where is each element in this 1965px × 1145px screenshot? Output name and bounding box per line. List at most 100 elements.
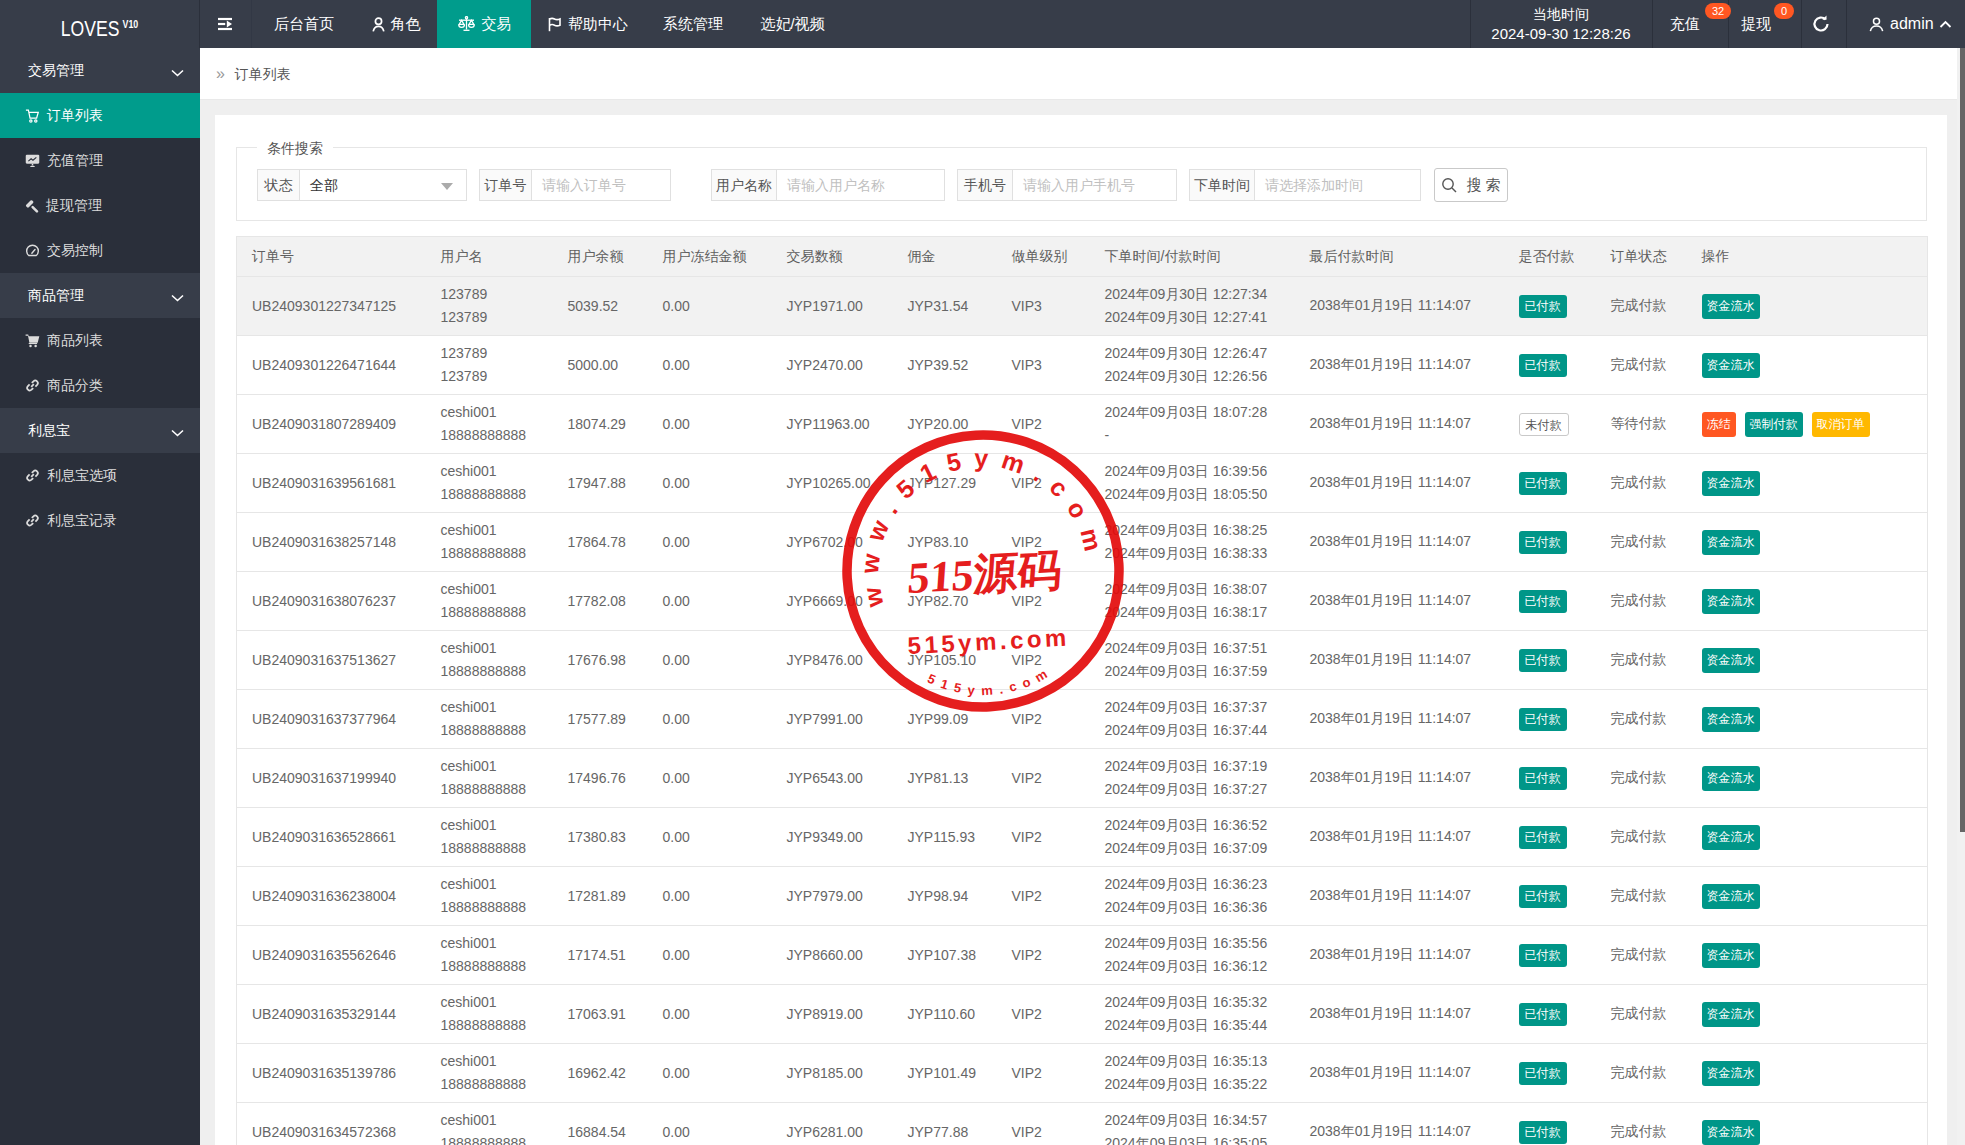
recharge-link[interactable]: 充值 xyxy=(1670,0,1700,48)
cell-amount: JYP6669.00 xyxy=(772,572,893,631)
force-pay-button[interactable]: 强制付款 xyxy=(1745,412,1803,437)
cell-order-no: UB2409031636528661 xyxy=(237,808,426,867)
withdraw-link[interactable]: 提现 xyxy=(1741,0,1771,48)
cell-last-pay-time: 2038年01月19日 11:14:07 xyxy=(1295,808,1504,867)
sidebar-group-6[interactable]: 商品管理 xyxy=(0,273,200,318)
column-header-8: 下单时间/付款时间 xyxy=(1090,237,1295,277)
scrollbar-thumb[interactable] xyxy=(1960,48,1965,832)
sidebar-item-label: 利息宝选项 xyxy=(47,467,117,485)
cell-commission: JYP98.94 xyxy=(893,867,997,926)
cell-last-pay-time: 2038年01月19日 11:14:07 xyxy=(1295,1103,1504,1145)
sidebar-group-9[interactable]: 利息宝 xyxy=(0,408,200,453)
cell-order-status: 完成付款 xyxy=(1596,513,1687,572)
cell-order-no: UB2409031638076237 xyxy=(237,572,426,631)
fund-flow-button[interactable]: 资金流水 xyxy=(1702,589,1760,614)
sidebar-item-3[interactable]: 充值管理 xyxy=(0,138,200,183)
chevron-down-icon xyxy=(171,424,184,440)
sidebar-item-8[interactable]: 商品分类 xyxy=(0,363,200,408)
withdraw-badge[interactable]: 0 xyxy=(1774,3,1794,19)
order-filter: 订单号 请输入订单号 xyxy=(479,169,671,201)
cell-last-pay-time: 2038年01月19日 11:14:07 xyxy=(1295,867,1504,926)
cell-paid: 已付款 xyxy=(1504,277,1596,336)
fund-flow-button[interactable]: 资金流水 xyxy=(1702,1002,1760,1027)
sidebar-item-7[interactable]: 商品列表 xyxy=(0,318,200,363)
content-card: 条件搜索 状态 全部 订单号 请输入订单号 用户名称 请输入用户名称 手机号 请… xyxy=(215,115,1947,1145)
sidebar-item-label: 商品列表 xyxy=(47,332,103,350)
fund-flow-button[interactable]: 资金流水 xyxy=(1702,1061,1760,1086)
fund-flow-button[interactable]: 资金流水 xyxy=(1702,884,1760,909)
cell-order-time: 2024年09月03日 16:39:562024年09月03日 18:05:50 xyxy=(1090,454,1295,513)
fund-flow-button[interactable]: 资金流水 xyxy=(1702,1120,1760,1145)
cell-level: VIP2 xyxy=(997,749,1090,808)
fund-flow-button[interactable]: 资金流水 xyxy=(1702,353,1760,378)
cell-order-status: 完成付款 xyxy=(1596,336,1687,395)
cell-balance: 17380.83 xyxy=(553,808,648,867)
paid-status-badge: 已付款 xyxy=(1519,1003,1567,1026)
order-no-label: 订单号 xyxy=(479,169,531,201)
cell-balance: 17864.78 xyxy=(553,513,648,572)
cell-actions: 资金流水 xyxy=(1687,631,1928,690)
sidebar-item-label: 交易控制 xyxy=(47,242,103,260)
sidebar-group-label: 交易管理 xyxy=(28,62,84,80)
fund-flow-button[interactable]: 资金流水 xyxy=(1702,530,1760,555)
cell-actions: 资金流水 xyxy=(1687,572,1928,631)
cell-level: VIP2 xyxy=(997,808,1090,867)
cell-order-status: 完成付款 xyxy=(1596,926,1687,985)
cell-balance: 17577.89 xyxy=(553,690,648,749)
cell-paid: 已付款 xyxy=(1504,336,1596,395)
sidebar-item-2[interactable]: 订单列表 xyxy=(0,93,200,138)
cell-order-no: UB2409031636238004 xyxy=(237,867,426,926)
sidebar-item-10[interactable]: 利息宝选项 xyxy=(0,453,200,498)
order-time-input[interactable]: 请选择添加时间 xyxy=(1254,169,1421,201)
table-row-14: UB2409031635139786ceshi00118888888888169… xyxy=(237,1044,1928,1103)
table-row-3: UB2409031807289409ceshi00118888888888180… xyxy=(237,395,1928,454)
refresh-icon[interactable] xyxy=(1811,14,1831,34)
cell-commission: JYP101.49 xyxy=(893,1044,997,1103)
cell-commission: JYP20.00 xyxy=(893,395,997,454)
phone-input[interactable]: 请输入用户手机号 xyxy=(1012,169,1177,201)
fund-flow-button[interactable]: 资金流水 xyxy=(1702,471,1760,496)
cell-balance: 17496.76 xyxy=(553,749,648,808)
cell-balance: 17281.89 xyxy=(553,867,648,926)
fund-flow-button[interactable]: 资金流水 xyxy=(1702,766,1760,791)
fund-flow-button[interactable]: 资金流水 xyxy=(1702,825,1760,850)
cell-paid: 已付款 xyxy=(1504,867,1596,926)
scrollbar-track[interactable] xyxy=(1957,48,1965,1145)
cell-actions: 资金流水 xyxy=(1687,808,1928,867)
order-no-input[interactable]: 请输入订单号 xyxy=(531,169,671,201)
cell-order-status: 完成付款 xyxy=(1596,572,1687,631)
cell-actions: 资金流水 xyxy=(1687,1044,1928,1103)
paid-status-badge: 已付款 xyxy=(1519,708,1567,731)
user-name-input[interactable]: 请输入用户名称 xyxy=(776,169,945,201)
cell-last-pay-time: 2038年01月19日 11:14:07 xyxy=(1295,985,1504,1044)
sidebar-item-11[interactable]: 利息宝记录 xyxy=(0,498,200,543)
cell-amount: JYP7991.00 xyxy=(772,690,893,749)
fund-flow-button[interactable]: 资金流水 xyxy=(1702,648,1760,673)
fund-flow-button[interactable]: 资金流水 xyxy=(1702,943,1760,968)
cell-order-time: 2024年09月03日 16:35:562024年09月03日 16:36:12 xyxy=(1090,926,1295,985)
cell-amount: JYP2470.00 xyxy=(772,336,893,395)
fund-flow-button[interactable]: 资金流水 xyxy=(1702,294,1760,319)
cell-commission: JYP83.10 xyxy=(893,513,997,572)
sidebar-item-4[interactable]: 提现管理 xyxy=(0,183,200,228)
recharge-badge[interactable]: 32 xyxy=(1705,3,1731,19)
freeze-button[interactable]: 冻结 xyxy=(1702,412,1736,437)
cell-order-no: UB2409301227347125 xyxy=(237,277,426,336)
cell-last-pay-time: 2038年01月19日 11:14:07 xyxy=(1295,572,1504,631)
cell-username: ceshi00118888888888 xyxy=(426,867,553,926)
cell-order-time: 2024年09月03日 16:37:372024年09月03日 16:37:44 xyxy=(1090,690,1295,749)
cell-commission: JYP31.54 xyxy=(893,277,997,336)
cell-paid: 已付款 xyxy=(1504,572,1596,631)
paid-status-badge: 已付款 xyxy=(1519,826,1567,849)
cancel-order-button[interactable]: 取消订单 xyxy=(1812,412,1870,437)
cell-order-status: 完成付款 xyxy=(1596,749,1687,808)
fund-flow-button[interactable]: 资金流水 xyxy=(1702,707,1760,732)
user-menu[interactable]: admin xyxy=(1868,0,1952,48)
cell-amount: JYP8185.00 xyxy=(772,1044,893,1103)
search-button[interactable]: 搜 索 xyxy=(1434,168,1508,202)
cell-frozen: 0.00 xyxy=(648,926,772,985)
status-select[interactable]: 全部 xyxy=(299,169,467,201)
sidebar-item-5[interactable]: 交易控制 xyxy=(0,228,200,273)
orders-table: 订单号用户名用户余额用户冻结金额交易数额佣金做单级别下单时间/付款时间最后付款时… xyxy=(236,236,1928,1145)
cell-order-time: 2024年09月03日 16:37:192024年09月03日 16:37:27 xyxy=(1090,749,1295,808)
